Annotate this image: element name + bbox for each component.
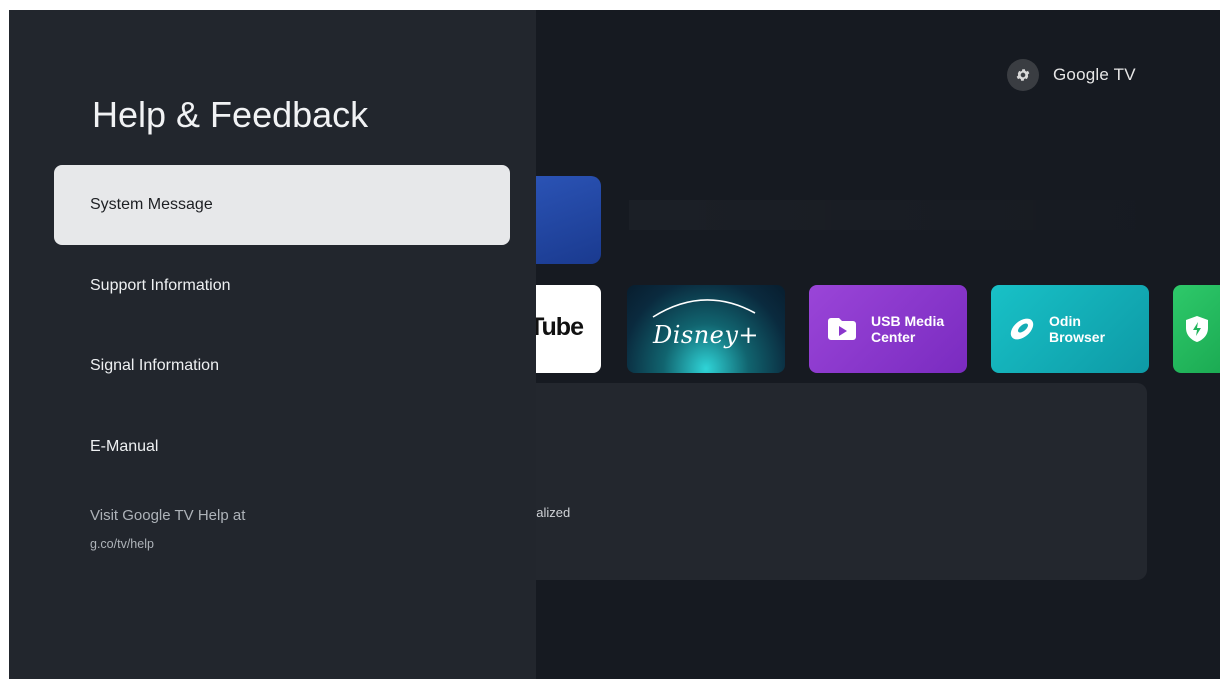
app-security[interactable]: [1173, 285, 1220, 373]
menu-item-label: Signal Information: [90, 357, 219, 374]
help-note: Visit Google TV Help at g.co/tv/help: [90, 505, 245, 555]
tv-screen: Google TV Tube Disney+ USB Media Center: [9, 10, 1220, 679]
menu-item-label: E-Manual: [90, 438, 159, 455]
app-label: USB Media Center: [871, 313, 945, 345]
app-disney-plus[interactable]: Disney+: [627, 285, 785, 373]
help-note-text: Visit Google TV Help at: [90, 507, 246, 524]
top-bar: Google TV: [1007, 57, 1136, 93]
google-tv-brand: Google TV: [1053, 65, 1136, 84]
menu-item-label: Support Information: [90, 277, 231, 294]
app-label: Odin Browser: [1049, 313, 1106, 345]
menu-item-system-message[interactable]: System Message: [54, 165, 510, 245]
disney-arc-icon: [652, 299, 756, 318]
disney-plus-logo: Disney+: [652, 321, 760, 349]
youtube-logo: Tube: [529, 313, 584, 341]
help-url: g.co/tv/help: [90, 537, 154, 551]
app-odin-browser[interactable]: Odin Browser: [991, 285, 1149, 373]
help-feedback-panel: Help & Feedback System Message Support I…: [9, 10, 536, 679]
recommendation-card: nalized: [489, 383, 1147, 580]
settings-button[interactable]: [1007, 59, 1039, 91]
dimmed-row: [629, 200, 1189, 230]
shield-bolt-icon: [1186, 316, 1208, 342]
play-folder-icon: [828, 318, 856, 340]
gear-icon: [1016, 69, 1030, 81]
menu-item-signal-information[interactable]: Signal Information: [54, 326, 510, 406]
menu-item-e-manual[interactable]: E-Manual: [54, 407, 510, 487]
panel-title: Help & Feedback: [92, 94, 369, 135]
menu-item-support-information[interactable]: Support Information: [54, 246, 510, 326]
menu-item-label: System Message: [90, 196, 213, 213]
app-usb-media-center[interactable]: USB Media Center: [809, 285, 967, 373]
odin-browser-icon: [1010, 318, 1034, 340]
